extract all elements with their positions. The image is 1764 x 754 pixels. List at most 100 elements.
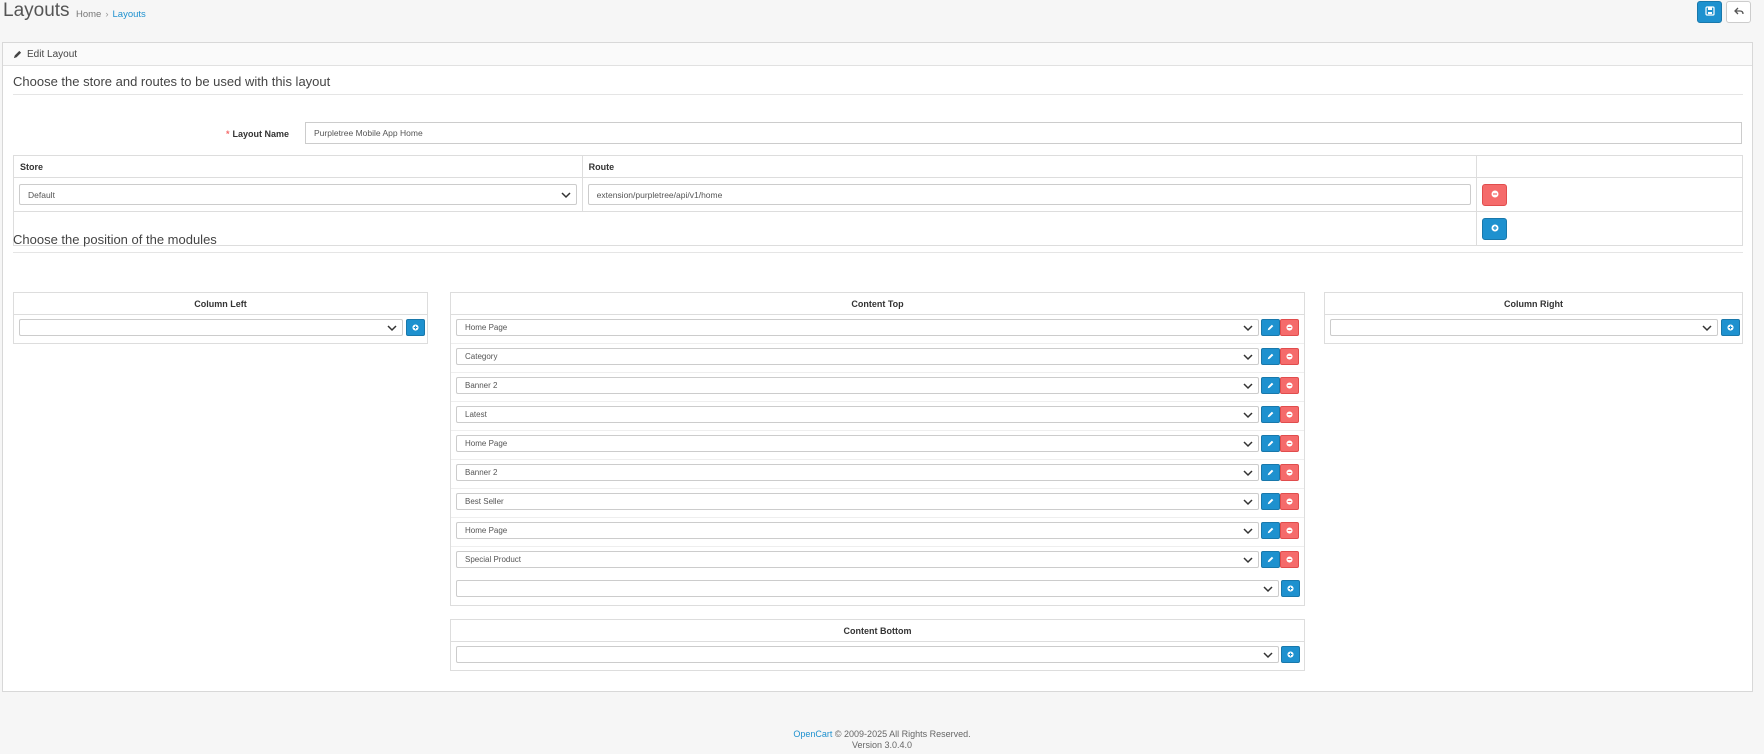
- minus-circle-icon: [1491, 190, 1499, 200]
- store-cell: Default: [13, 177, 583, 212]
- plus-circle-icon: [1287, 650, 1294, 660]
- content-bottom-box: Content Bottom: [450, 619, 1305, 671]
- module-row-buttons: [1261, 377, 1299, 394]
- action-header: [1476, 155, 1743, 178]
- pencil-icon: [1267, 497, 1274, 507]
- remove-module-button[interactable]: [1280, 551, 1299, 568]
- breadcrumb-layouts[interactable]: Layouts: [113, 9, 146, 20]
- module-select-value: Best Seller: [465, 497, 504, 506]
- minus-circle-icon: [1286, 381, 1293, 391]
- remove-route-button[interactable]: [1482, 183, 1508, 206]
- remove-module-button[interactable]: [1280, 435, 1299, 452]
- edit-module-button[interactable]: [1261, 435, 1280, 452]
- add-module-button[interactable]: [406, 319, 425, 336]
- edit-module-button[interactable]: [1261, 406, 1280, 423]
- column-left-add-row: [14, 315, 427, 343]
- content-bottom-add-row: [451, 642, 1304, 670]
- pencil-icon: [1267, 439, 1274, 449]
- content-top-module-row: Home Page: [451, 518, 1304, 547]
- route-input[interactable]: extension/purpletree/api/v1/home: [587, 184, 1472, 205]
- content-top-add-row: [451, 576, 1304, 605]
- pencil-icon: [1267, 381, 1274, 391]
- breadcrumb-home[interactable]: Home: [76, 9, 101, 20]
- remove-module-button[interactable]: [1280, 406, 1299, 423]
- footer-copyright-text: © 2009-2025 All Rights Reserved.: [832, 729, 971, 739]
- store-select[interactable]: Default: [19, 184, 577, 205]
- module-row-buttons: [1261, 348, 1299, 365]
- minus-circle-icon: [1286, 323, 1293, 333]
- chevron-down-icon: [1242, 496, 1254, 508]
- required-asterisk: *: [225, 129, 230, 139]
- minus-circle-icon: [1286, 555, 1293, 565]
- layout-name-label-text: Layout Name: [232, 129, 289, 139]
- chevron-down-icon: [1242, 525, 1254, 537]
- content-top-module-select[interactable]: Banner 2: [456, 464, 1259, 481]
- add-module-button[interactable]: [1281, 580, 1300, 597]
- edit-module-button[interactable]: [1261, 551, 1280, 568]
- content-top-module-select[interactable]: Best Seller: [456, 493, 1259, 510]
- remove-module-button[interactable]: [1280, 348, 1299, 365]
- pencil-icon: [1267, 468, 1274, 478]
- footer-brand-link[interactable]: OpenCart: [793, 729, 832, 739]
- edit-module-button[interactable]: [1261, 493, 1280, 510]
- add-module-button[interactable]: [1281, 646, 1300, 663]
- route-cell: extension/purpletree/api/v1/home: [581, 177, 1478, 212]
- remove-module-button[interactable]: [1280, 377, 1299, 394]
- content-top-module-select[interactable]: Special Product: [456, 551, 1259, 568]
- back-button[interactable]: [1726, 1, 1751, 23]
- module-row-buttons: [1261, 319, 1299, 336]
- content-top-module-row: Banner 2: [451, 373, 1304, 402]
- chevron-down-icon: [1242, 380, 1254, 392]
- pencil-icon: [1267, 323, 1274, 333]
- add-module-button[interactable]: [1721, 319, 1740, 336]
- layout-name-input[interactable]: Purpletree Mobile App Home: [305, 122, 1742, 144]
- edit-module-button[interactable]: [1261, 377, 1280, 394]
- module-row-buttons: [1261, 493, 1299, 510]
- content-top-rows: Home Page Category Banner 2 Latest Home Page…: [451, 315, 1304, 576]
- column-left-select[interactable]: [19, 319, 403, 336]
- minus-circle-icon: [1286, 497, 1293, 507]
- remove-module-button[interactable]: [1280, 464, 1299, 481]
- module-select-value: Home Page: [465, 526, 508, 535]
- content-top-box: Content Top Home Page Category Banner 2 Lat…: [450, 292, 1305, 606]
- reply-icon: [1733, 6, 1744, 19]
- content-top-module-select[interactable]: Home Page: [456, 435, 1259, 452]
- content-top-module-select[interactable]: Home Page: [456, 319, 1259, 336]
- plus-circle-icon: [412, 323, 419, 333]
- edit-module-button[interactable]: [1261, 348, 1280, 365]
- save-button[interactable]: [1697, 1, 1722, 23]
- content-top-module-row: Special Product: [451, 547, 1304, 576]
- column-left-title: Column Left: [14, 293, 427, 315]
- plus-circle-icon: [1727, 323, 1734, 333]
- layout-name-label: * Layout Name: [153, 129, 289, 139]
- module-row-buttons: [1261, 522, 1299, 539]
- column-right-title: Column Right: [1325, 293, 1742, 315]
- remove-module-button[interactable]: [1280, 319, 1299, 336]
- content-top-module-select[interactable]: Banner 2: [456, 377, 1259, 394]
- chevron-down-icon: [1242, 409, 1254, 421]
- remove-module-button[interactable]: [1280, 493, 1299, 510]
- pencil-icon: [1267, 526, 1274, 536]
- edit-module-button[interactable]: [1261, 522, 1280, 539]
- column-right-add-row: [1325, 315, 1742, 343]
- content-top-module-row: Home Page: [451, 315, 1304, 344]
- content-top-module-select[interactable]: Category: [456, 348, 1259, 365]
- pencil-icon: [13, 50, 22, 59]
- content-top-module-select[interactable]: Latest: [456, 406, 1259, 423]
- content-top-module-select[interactable]: Home Page: [456, 522, 1259, 539]
- edit-module-button[interactable]: [1261, 319, 1280, 336]
- minus-circle-icon: [1286, 468, 1293, 478]
- module-select-value: Category: [465, 352, 498, 361]
- remove-module-button[interactable]: [1280, 522, 1299, 539]
- pencil-icon: [1267, 555, 1274, 565]
- content-bottom-select[interactable]: [456, 646, 1279, 663]
- store-select-value: Default: [28, 190, 55, 200]
- edit-layout-panel: Edit Layout Choose the store and routes …: [2, 42, 1753, 692]
- store-header: Store: [13, 155, 583, 178]
- edit-module-button[interactable]: [1261, 464, 1280, 481]
- minus-circle-icon: [1286, 526, 1293, 536]
- chevron-down-icon: [1262, 649, 1274, 661]
- content-top-new-select[interactable]: [456, 580, 1279, 597]
- column-right-select[interactable]: [1330, 319, 1718, 336]
- legend-store-routes: Choose the store and routes to be used w…: [13, 74, 1743, 95]
